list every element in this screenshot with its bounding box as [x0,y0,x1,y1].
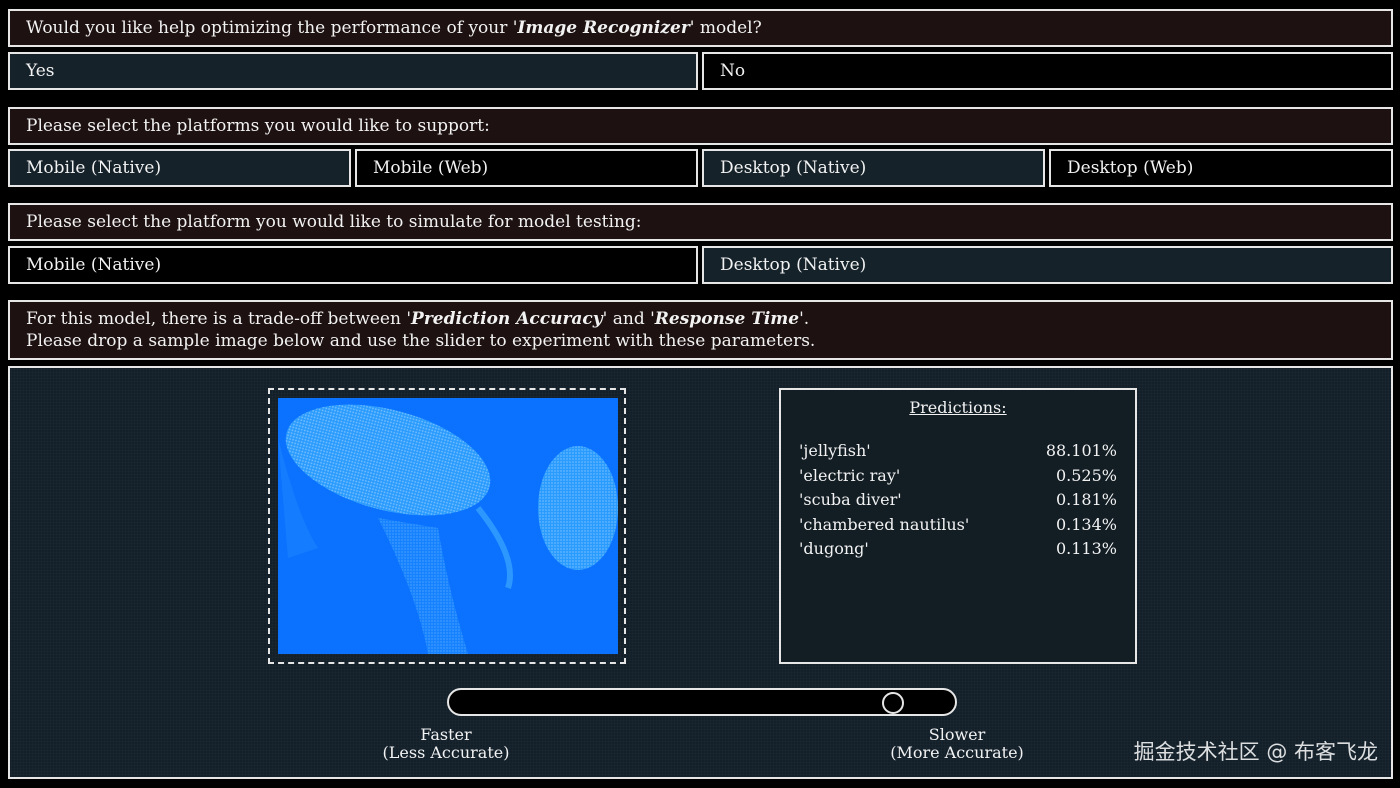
experiment-panel: Predictions: 'jellyfish' 88.101% 'electri… [8,366,1393,779]
prediction-label: 'electric ray' [799,465,901,485]
slider-faster-label: Faster (Less Accurate) [356,726,536,762]
jellyfish-illustration [278,398,618,654]
platform-mobile-native[interactable]: Mobile (Native) [8,149,351,187]
prediction-row: 'dugong' 0.113% [799,537,1117,562]
prediction-row: 'chambered nautilus' 0.134% [799,513,1117,538]
watermark-text: 掘金技术社区 @ 布客飞龙 [1133,740,1378,764]
platform-desktop-native[interactable]: Desktop (Native) [702,149,1045,187]
tradeoff-description: For this model, there is a trade-off bet… [8,300,1393,360]
tradeoff-suffix: '. [799,309,810,329]
prediction-row: 'jellyfish' 88.101% [799,439,1117,464]
prediction-row: 'electric ray' 0.525% [799,464,1117,489]
sample-image-jellyfish [278,398,618,654]
platform-mobile-web[interactable]: Mobile (Web) [355,149,698,187]
predictions-title: Predictions: [909,398,1007,417]
yes-option-label: Yes [26,61,55,81]
prediction-value: 0.113% [1055,539,1117,558]
simulate-desktop-native-label: Desktop (Native) [720,255,867,275]
predictions-box: Predictions: 'jellyfish' 88.101% 'electri… [779,388,1137,664]
slower-label: Slower [928,725,986,744]
question-optimize: Would you like help optimizing the perfo… [8,9,1393,47]
simulate-desktop-native[interactable]: Desktop (Native) [702,246,1393,284]
prediction-label: 'scuba diver' [799,490,902,509]
image-dropzone[interactable] [268,388,626,664]
prediction-value: 88.101% [1045,441,1117,460]
accuracy-term: Prediction Accuracy [411,309,603,329]
more-accurate-label: (More Accurate) [890,743,1024,762]
speed-accuracy-slider[interactable] [447,688,957,716]
platform-desktop-web-label: Desktop (Web) [1067,158,1194,178]
platform-desktop-web[interactable]: Desktop (Web) [1049,149,1393,187]
prediction-value: 0.134% [1055,514,1117,534]
yes-option[interactable]: Yes [8,52,698,90]
less-accurate-label: (Less Accurate) [382,743,510,762]
prediction-value: 0.181% [1055,490,1117,509]
slider-slower-label: Slower (More Accurate) [867,726,1047,762]
platforms-prompt: Please select the platforms you would li… [8,107,1393,145]
platform-desktop-native-label: Desktop (Native) [720,158,867,178]
simulate-prompt: Please select the platform you would lik… [8,203,1393,241]
question-optimize-suffix: ' model? [689,18,762,38]
simulate-mobile-native-label: Mobile (Native) [26,255,162,275]
simulate-prompt-text: Please select the platform you would lik… [26,212,642,232]
no-option-label: No [720,61,746,81]
question-optimize-prefix: Would you like help optimizing the perfo… [26,18,518,38]
tradeoff-line-2: Please drop a sample image below and use… [26,331,816,351]
no-option[interactable]: No [702,52,1393,90]
platform-mobile-native-label: Mobile (Native) [26,158,162,178]
prediction-row: 'scuba diver' 0.181% [799,488,1117,513]
platforms-prompt-text: Please select the platforms you would li… [26,116,490,136]
prediction-label: 'chambered nautilus' [799,514,970,534]
tradeoff-mid: ' and ' [602,309,655,329]
prediction-label: 'dugong' [799,539,869,558]
prediction-label: 'jellyfish' [799,441,871,460]
tradeoff-line-1: For this model, there is a trade-off bet… [26,308,809,330]
slider-thumb[interactable] [882,692,905,714]
model-name: Image Recognizer [517,18,690,38]
prediction-value: 0.525% [1055,465,1117,485]
tradeoff-prefix: For this model, there is a trade-off bet… [26,309,412,329]
platform-mobile-web-label: Mobile (Web) [373,158,489,178]
faster-label: Faster [420,725,472,744]
simulate-mobile-native[interactable]: Mobile (Native) [8,246,698,284]
response-term: Response Time [654,309,800,329]
